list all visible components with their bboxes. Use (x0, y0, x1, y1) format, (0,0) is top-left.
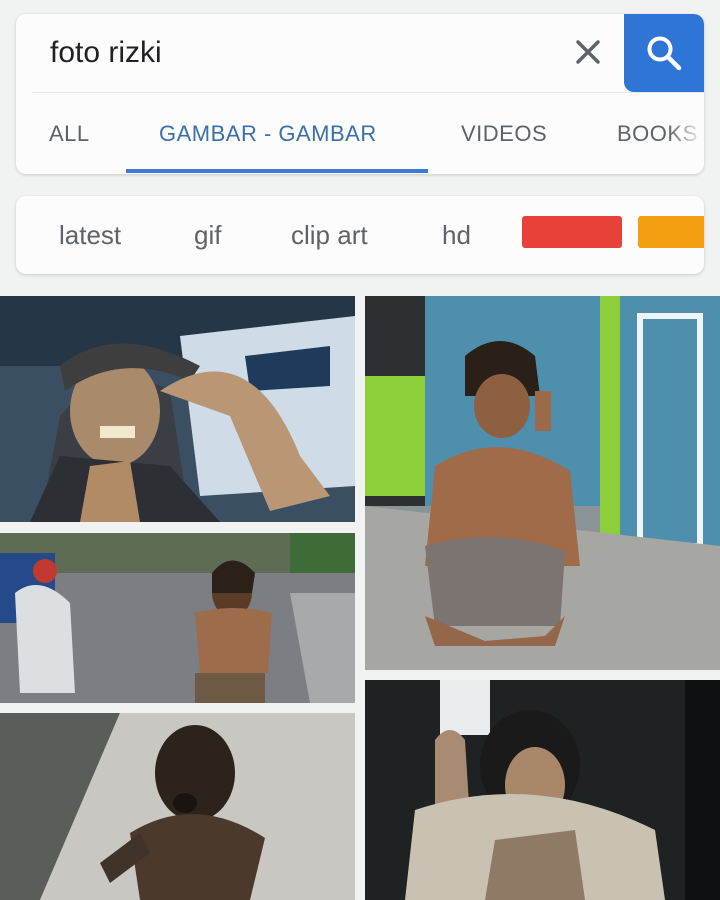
tab-images[interactable]: GAMBAR - GAMBAR (159, 93, 377, 174)
result-image (0, 296, 355, 522)
filter-chips-bar: latest gif clip art hd (16, 196, 704, 274)
image-result[interactable] (0, 296, 355, 522)
tab-videos[interactable]: VIDEOS (461, 93, 547, 174)
clear-search-button[interactable] (570, 34, 606, 70)
image-result[interactable] (365, 680, 720, 900)
result-image (365, 680, 720, 900)
chip-gif[interactable]: gif (194, 196, 221, 274)
image-result[interactable] (0, 533, 355, 703)
tab-all[interactable]: ALL (49, 93, 90, 174)
search-tabs: ALL GAMBAR - GAMBAR VIDEOS BOOKS (16, 93, 704, 174)
search-input[interactable]: foto rizki (50, 36, 162, 70)
close-icon (576, 40, 600, 64)
chip-latest[interactable]: latest (59, 196, 121, 274)
image-result[interactable] (365, 296, 720, 670)
result-image (0, 533, 355, 703)
chip-hd[interactable]: hd (442, 196, 471, 274)
search-icon (647, 36, 682, 71)
color-chip-orange[interactable] (638, 216, 704, 248)
result-image (0, 713, 355, 900)
tab-books[interactable]: BOOKS (617, 93, 703, 174)
search-bar: foto rizki (16, 14, 704, 92)
search-button[interactable] (624, 14, 704, 92)
result-image (365, 296, 720, 670)
chip-clip-art[interactable]: clip art (291, 196, 368, 274)
color-chip-red[interactable] (522, 216, 622, 248)
search-card: foto rizki ALL GAMBAR - GAMBAR VIDEOS BO… (16, 14, 704, 174)
active-tab-indicator (126, 169, 428, 173)
image-result[interactable] (0, 713, 355, 900)
